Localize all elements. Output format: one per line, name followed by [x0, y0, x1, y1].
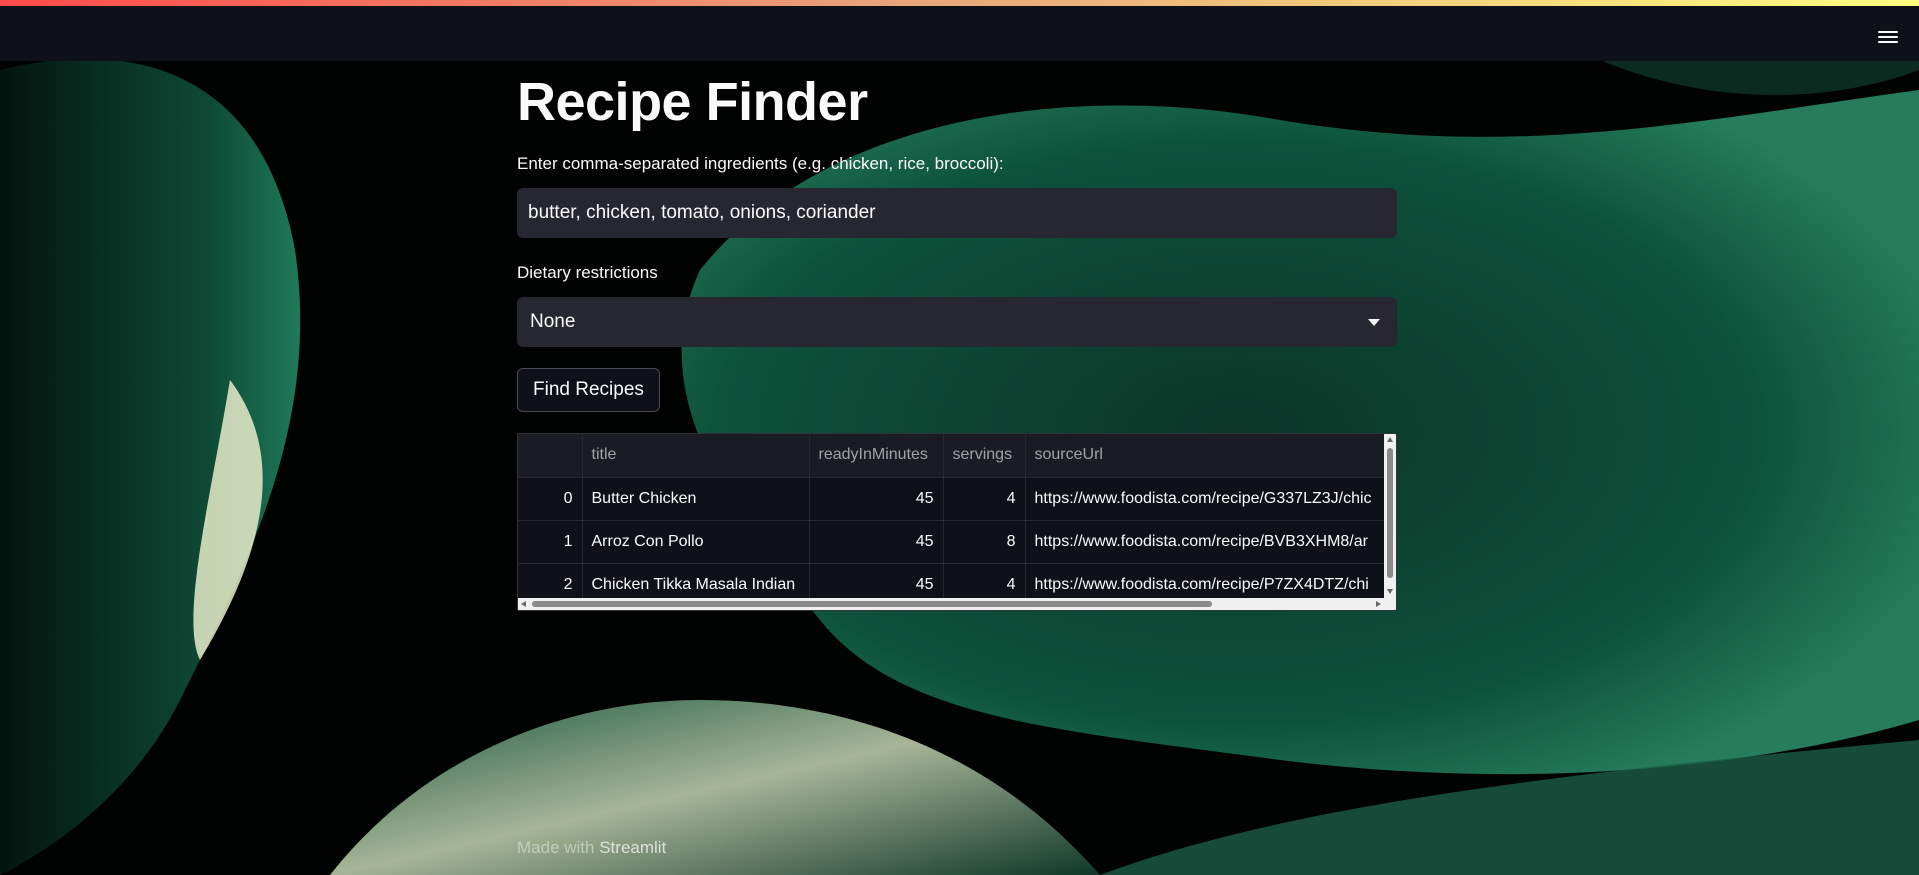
- row-index: 0: [518, 477, 583, 521]
- footer: Made with Streamlit: [517, 838, 666, 858]
- row-index: 1: [518, 520, 583, 564]
- cell-sourceurl[interactable]: https://www.foodista.com/recipe/G337LZ3J…: [1025, 477, 1396, 521]
- find-recipes-button[interactable]: Find Recipes: [517, 368, 660, 412]
- ingredients-input[interactable]: [517, 188, 1397, 238]
- cell-readyinminutes[interactable]: 45: [809, 477, 944, 521]
- vertical-scrollbar[interactable]: [1384, 434, 1396, 598]
- scroll-left-icon[interactable]: [521, 601, 526, 607]
- streamlit-link[interactable]: Streamlit: [599, 838, 666, 857]
- vertical-scrollbar-thumb[interactable]: [1387, 448, 1393, 578]
- horizontal-scrollbar[interactable]: [518, 598, 1396, 610]
- horizontal-scrollbar-thumb[interactable]: [532, 601, 1212, 607]
- dietary-restrictions-select[interactable]: None: [517, 297, 1397, 347]
- cell-servings[interactable]: 8: [943, 520, 1026, 564]
- ingredients-label: Enter comma-separated ingredients (e.g. …: [517, 154, 1004, 173]
- dietary-restrictions-label: Dietary restrictions: [517, 263, 658, 282]
- scroll-down-icon[interactable]: [1387, 589, 1393, 594]
- recipes-table: title readyInMinutes servings sourceUrl …: [518, 434, 1396, 607]
- cell-sourceurl[interactable]: https://www.foodista.com/recipe/BVB3XHM8…: [1025, 520, 1396, 564]
- header-accent-line: [0, 0, 1919, 6]
- column-header-sourceurl[interactable]: sourceUrl: [1025, 434, 1396, 478]
- cell-title[interactable]: Butter Chicken: [582, 477, 810, 521]
- chevron-down-icon[interactable]: [1368, 318, 1380, 326]
- app-window: Recipe Finder Enter comma-separated ingr…: [0, 0, 1919, 875]
- select-value: None: [530, 311, 576, 332]
- table-row: 1 Arroz Con Pollo 45 8 https://www.foodi…: [518, 520, 1396, 564]
- scroll-up-icon[interactable]: [1387, 437, 1393, 442]
- hamburger-menu-icon[interactable]: [1877, 28, 1899, 46]
- column-header-servings[interactable]: servings: [943, 434, 1026, 478]
- cell-readyinminutes[interactable]: 45: [809, 520, 944, 564]
- column-header-title[interactable]: title: [582, 434, 810, 478]
- cell-title[interactable]: Arroz Con Pollo: [582, 520, 810, 564]
- column-header-index[interactable]: [518, 434, 583, 478]
- footer-prefix: Made with: [517, 838, 595, 857]
- column-header-readyinminutes[interactable]: readyInMinutes: [809, 434, 944, 478]
- scroll-right-icon[interactable]: [1376, 601, 1381, 607]
- main-content: Recipe Finder Enter comma-separated ingr…: [517, 61, 1397, 611]
- table-header-row: title readyInMinutes servings sourceUrl: [518, 434, 1396, 478]
- table-row: 0 Butter Chicken 45 4 https://www.foodis…: [518, 477, 1396, 521]
- page-title: Recipe Finder: [517, 72, 868, 132]
- cell-servings[interactable]: 4: [943, 477, 1026, 521]
- recipes-dataframe: title readyInMinutes servings sourceUrl …: [517, 433, 1397, 611]
- top-header-bar: [0, 6, 1919, 61]
